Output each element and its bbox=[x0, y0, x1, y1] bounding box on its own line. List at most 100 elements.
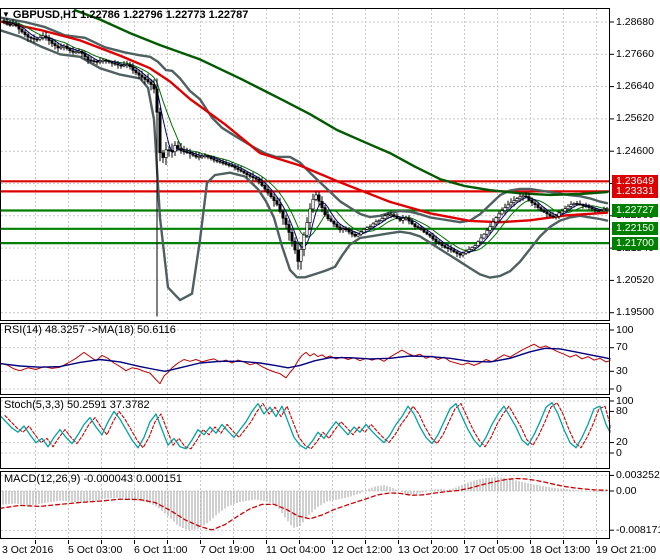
candle-body bbox=[245, 172, 249, 175]
candle-body bbox=[206, 155, 210, 158]
candle-body bbox=[383, 215, 387, 219]
candle-body bbox=[437, 241, 441, 245]
rsi-axis-label: 0 bbox=[616, 383, 622, 395]
candle-body bbox=[476, 241, 480, 246]
price-level-badge-green[interactable]: 1.21700 bbox=[612, 237, 658, 250]
main-price-pane[interactable] bbox=[0, 9, 610, 320]
candle-body bbox=[458, 253, 462, 256]
candle-body bbox=[269, 192, 273, 198]
macd-histogram bbox=[2, 477, 607, 531]
candle-body bbox=[449, 248, 453, 251]
candle-body bbox=[362, 229, 366, 233]
candle-body bbox=[341, 228, 345, 231]
candle-body bbox=[188, 152, 192, 155]
candle-body bbox=[572, 203, 576, 205]
time-axis-label: 3 Oct 2016 bbox=[2, 544, 54, 556]
candle-body bbox=[296, 249, 300, 262]
candle-body bbox=[557, 212, 561, 217]
candle-body bbox=[275, 200, 279, 205]
candle-body bbox=[95, 61, 99, 63]
candle-body bbox=[149, 81, 153, 85]
candle-body bbox=[92, 60, 96, 63]
candle-body bbox=[395, 216, 399, 219]
candle-body bbox=[398, 218, 402, 221]
main-pane-border bbox=[0, 8, 610, 321]
candle-body bbox=[581, 204, 585, 206]
candle-body bbox=[77, 50, 81, 53]
candle-body bbox=[599, 210, 603, 212]
candle-body bbox=[215, 159, 219, 162]
candle-body bbox=[125, 64, 129, 66]
candle-body bbox=[527, 196, 531, 201]
candle-body bbox=[137, 72, 141, 76]
candle-body bbox=[542, 209, 546, 213]
candle-body bbox=[59, 46, 63, 49]
candle-body bbox=[452, 249, 456, 253]
candle-body bbox=[518, 196, 522, 200]
candle-body bbox=[251, 176, 255, 179]
candle-body bbox=[146, 79, 150, 83]
candle-body bbox=[377, 220, 381, 223]
candle-body bbox=[497, 213, 501, 218]
candle-body bbox=[17, 25, 21, 30]
candle-body bbox=[284, 217, 288, 225]
candle-body bbox=[176, 145, 180, 149]
candle-body bbox=[332, 220, 336, 225]
candle-body bbox=[482, 233, 486, 239]
candle-body bbox=[521, 195, 525, 198]
candle-body bbox=[488, 226, 492, 231]
candle-body bbox=[335, 223, 339, 228]
candle-body bbox=[143, 77, 147, 80]
candle-body bbox=[212, 158, 216, 161]
candle-body bbox=[605, 208, 609, 210]
candle-body bbox=[236, 167, 240, 170]
candle-body bbox=[11, 23, 15, 26]
candle-body bbox=[38, 37, 42, 40]
candle-body bbox=[32, 37, 36, 40]
candle-body bbox=[26, 34, 30, 38]
candle-body bbox=[530, 200, 534, 204]
time-axis[interactable]: 3 Oct 2016 5 Oct 03:00 6 Oct 11:00 7 Oct 19… bbox=[0, 541, 660, 560]
candle-body bbox=[113, 62, 117, 65]
candle-body bbox=[302, 234, 306, 250]
candle-body bbox=[431, 235, 435, 240]
candle-body bbox=[455, 251, 459, 254]
candle-body bbox=[512, 200, 516, 203]
time-axis-label: 7 Oct 19:00 bbox=[200, 544, 255, 556]
candle-body bbox=[461, 252, 465, 256]
candle-body bbox=[155, 88, 159, 113]
candle-body bbox=[416, 226, 420, 229]
time-axis-label: 12 Oct 12:00 bbox=[332, 544, 393, 556]
chart-title[interactable]: ▼ GBPUSD,H1 1.22786 1.22796 1.22773 1.227… bbox=[2, 9, 248, 21]
candle-body bbox=[263, 185, 267, 190]
candle-body bbox=[191, 153, 195, 156]
rsi-axis-label: 100 bbox=[616, 324, 634, 336]
price-level-badge-green[interactable]: 1.22150 bbox=[612, 222, 658, 235]
candle-body bbox=[434, 238, 438, 243]
mt4-chart-window: ▼ GBPUSD,H1 1.22786 1.22796 1.22773 1.227… bbox=[0, 0, 660, 560]
candle-body bbox=[305, 222, 309, 236]
candle-body bbox=[407, 217, 411, 222]
time-axis-label: 18 Oct 13:00 bbox=[530, 544, 591, 556]
candle-body bbox=[464, 251, 468, 254]
candle-body bbox=[140, 74, 144, 78]
candle-body bbox=[353, 233, 357, 237]
price-axis-label: 1.27660 bbox=[616, 48, 654, 60]
price-level-badge-green[interactable]: 1.22727 bbox=[612, 204, 658, 217]
symbol-title-text: GBPUSD,H1 1.22786 1.22796 1.22773 1.2278… bbox=[12, 9, 249, 21]
candle-body bbox=[230, 165, 234, 167]
candle-body bbox=[566, 206, 570, 210]
time-axis-label: 5 Oct 03:00 bbox=[68, 544, 123, 556]
candle-body bbox=[83, 53, 87, 58]
price-level-badge-red[interactable]: 1.23331 bbox=[612, 185, 658, 198]
candle-body bbox=[80, 50, 84, 54]
candle-body bbox=[509, 202, 513, 206]
candle-body bbox=[593, 208, 597, 211]
candle-body bbox=[119, 64, 123, 67]
symbol-dropdown-icon[interactable]: ▼ bbox=[2, 10, 10, 19]
candle-body bbox=[389, 214, 393, 216]
price-axis[interactable]: 1.286801.276601.266401.256201.246001.235… bbox=[611, 0, 660, 541]
candle-body bbox=[371, 223, 375, 227]
candle-body bbox=[440, 243, 444, 246]
candle-body bbox=[494, 217, 498, 223]
